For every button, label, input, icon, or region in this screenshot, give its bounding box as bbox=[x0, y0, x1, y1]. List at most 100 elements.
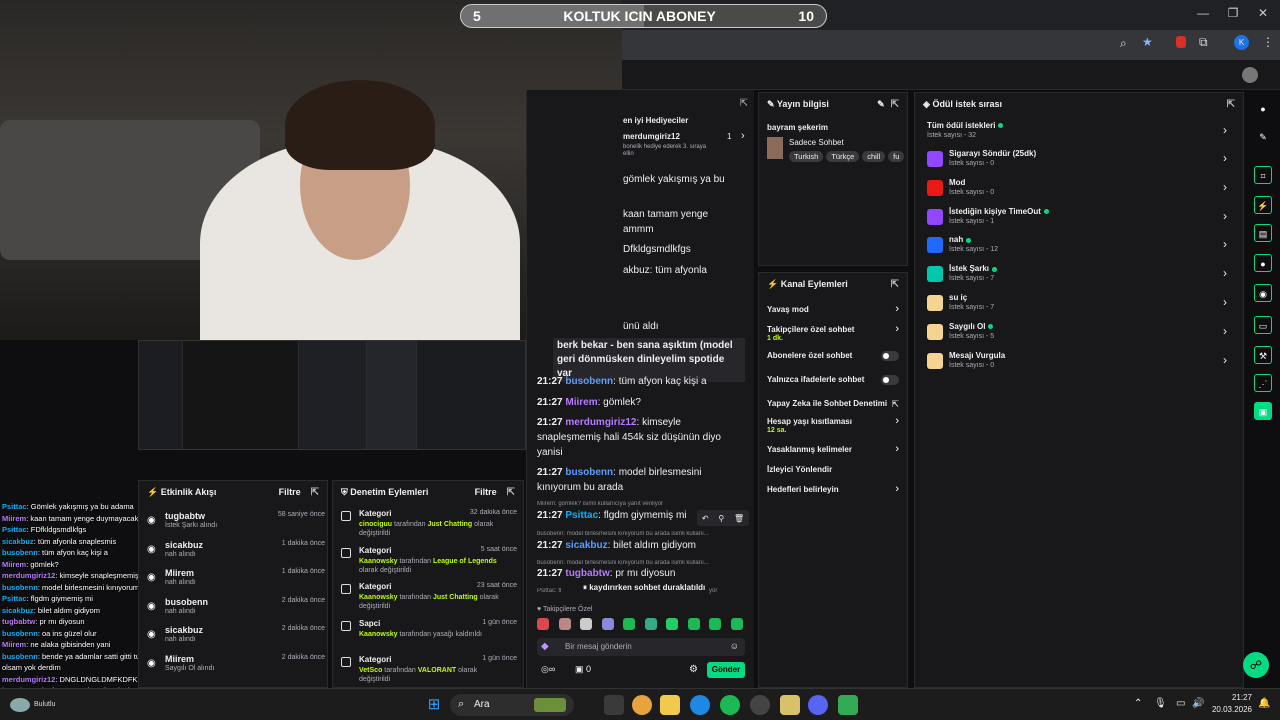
weather-icon[interactable] bbox=[10, 698, 30, 712]
clock-date[interactable]: 20.03.2026 bbox=[1206, 705, 1252, 714]
search-box[interactable]: ⌕ Ara bbox=[450, 694, 574, 716]
file-explorer-icon[interactable] bbox=[660, 695, 680, 715]
reward-item[interactable]: İstediğin kişiye TimeOut İstek sayısı - 1… bbox=[927, 207, 1227, 233]
broadcast-icon[interactable]: ◉ bbox=[1254, 284, 1272, 302]
mod-action-item[interactable]: Kategori 1 gün önce VetSco tarafından VALO… bbox=[333, 655, 521, 685]
profile-avatar-icon[interactable]: K bbox=[1234, 35, 1249, 50]
reward-item[interactable]: nah İstek sayısı - 12 › bbox=[927, 235, 1227, 261]
channel-action-label[interactable]: Yasaklanmış kelimeler bbox=[767, 445, 852, 454]
reward-item[interactable]: su iç İstek sayısı - 7 › bbox=[927, 293, 1227, 319]
extension-icon[interactable] bbox=[1176, 36, 1186, 48]
popout-icon[interactable]: ⇱ bbox=[891, 279, 899, 290]
reply-icon[interactable]: ↶ bbox=[702, 514, 709, 523]
chat-username[interactable]: merdumgiriz12 bbox=[565, 417, 636, 428]
chat-username[interactable]: busobenn bbox=[565, 467, 613, 478]
chevron-right-icon[interactable]: › bbox=[895, 443, 899, 455]
reward-item[interactable]: Mod İstek sayısı - 0 › bbox=[927, 178, 1227, 204]
emote-icon[interactable] bbox=[644, 618, 657, 630]
mod-filter-button[interactable]: Filtre bbox=[475, 487, 497, 497]
chat-message[interactable]: 21:27 busobenn: model birlesmesini kınıy… bbox=[537, 465, 747, 495]
mod-action-item[interactable]: Kategori 32 dakika önce cinociguu tarafınd… bbox=[333, 509, 521, 543]
spotify-icon[interactable] bbox=[720, 695, 740, 715]
document-icon[interactable]: ▤ bbox=[1254, 224, 1272, 242]
activity-feed-item[interactable]: ◉ sicakbuz nah alındı 2 dakika önce bbox=[139, 623, 329, 651]
delete-icon[interactable]: 🗑 bbox=[734, 514, 744, 523]
popout-icon[interactable]: ⇱ bbox=[740, 98, 748, 109]
floating-action-button[interactable]: ☍ bbox=[1243, 652, 1269, 678]
chat-input[interactable]: ◆ Bir mesaj gönderin ☺ bbox=[537, 638, 745, 656]
popout-icon[interactable]: ⇱ bbox=[891, 99, 899, 110]
minimize-icon[interactable]: — bbox=[1196, 6, 1210, 20]
activity-feed-item[interactable]: ◉ tugbabtw İstek Şarkı alındı 58 saniye önc… bbox=[139, 509, 329, 537]
lightning-icon[interactable]: ⚡ bbox=[1254, 196, 1272, 214]
toggle-switch[interactable] bbox=[881, 351, 899, 361]
user-avatar[interactable] bbox=[1242, 67, 1258, 83]
task-view-icon[interactable] bbox=[604, 695, 624, 715]
emote-icon[interactable] bbox=[601, 618, 614, 630]
emote-picker-icon[interactable]: ☺ bbox=[730, 641, 739, 651]
chat-bubble-icon[interactable]: ● bbox=[1254, 254, 1272, 272]
emote-icon[interactable] bbox=[580, 618, 592, 630]
chat-settings-icon[interactable]: ⚙ bbox=[689, 664, 698, 675]
notification-icon[interactable]: 🔔 bbox=[1258, 698, 1270, 709]
channel-action-label[interactable]: Abonelere özel sohbet bbox=[767, 351, 852, 360]
channel-action-label[interactable]: Hedefleri belirleyin bbox=[767, 485, 839, 494]
emote-icon[interactable] bbox=[730, 618, 743, 630]
emote-icon[interactable] bbox=[687, 618, 700, 630]
tray-chevron-icon[interactable]: ⌃ bbox=[1134, 698, 1142, 709]
activity-feed-item[interactable]: ◉ sicakbuz nah alındı 1 dakika önce bbox=[139, 538, 329, 566]
edit-icon[interactable]: ✎ bbox=[877, 99, 885, 109]
chrome-icon[interactable] bbox=[632, 695, 652, 715]
chat-username[interactable]: busobenn bbox=[565, 376, 613, 387]
activity-feed-item[interactable]: ◉ busobenn nah alındı 2 dakika önce bbox=[139, 595, 329, 623]
activity-feed-item[interactable]: ◉ Miirem Saygılı Ol alındı 2 dakika önce bbox=[139, 652, 329, 680]
reward-item[interactable]: Mesajı Vurgula İstek sayısı - 0 › bbox=[927, 351, 1227, 377]
channel-action-label[interactable]: Yalnızca ifadelerle sohbet bbox=[767, 375, 864, 384]
emote-icon[interactable] bbox=[666, 618, 678, 630]
microphone-icon[interactable]: 🎙 bbox=[1154, 698, 1167, 709]
chevron-right-icon[interactable]: › bbox=[895, 415, 899, 427]
pin-icon[interactable]: ⚲ bbox=[718, 514, 724, 523]
extensions-puzzle-icon[interactable]: ⧉ bbox=[1199, 35, 1208, 50]
all-rewards-item[interactable]: Tüm ödül istekleri İstek sayısı - 32 › bbox=[927, 121, 1227, 147]
chat-message[interactable]: 21:27 Miirem: gömlek? bbox=[537, 395, 747, 410]
emote-icon[interactable] bbox=[623, 618, 635, 630]
channel-action-label[interactable]: Hesap yaşı kısıtlaması bbox=[767, 417, 852, 426]
stream-tag[interactable]: fu bbox=[888, 151, 905, 162]
chat-username[interactable]: Miirem bbox=[565, 397, 597, 408]
chevron-right-icon[interactable]: › bbox=[895, 303, 899, 315]
reward-item[interactable]: İstek Şarkı İstek sayısı - 7 › bbox=[927, 264, 1227, 290]
clock-time[interactable]: 21:27 bbox=[1222, 693, 1252, 702]
chevron-right-icon[interactable]: › bbox=[895, 483, 899, 495]
windows-start-icon[interactable]: ⊞ bbox=[424, 695, 444, 715]
extension-icon[interactable]: ▣ bbox=[1254, 402, 1272, 420]
chat-message[interactable]: 21:27 tugbabtw: pr mı diyosun bbox=[537, 566, 747, 581]
chat-message[interactable]: 21:27 sicakbuz: bilet aldım gidiyom bbox=[537, 538, 747, 553]
chat-username[interactable]: sicakbuz bbox=[565, 540, 607, 551]
emote-icon[interactable] bbox=[537, 618, 549, 630]
send-button[interactable]: Gönder bbox=[707, 662, 745, 678]
close-icon[interactable]: ✕ bbox=[1256, 6, 1270, 20]
overlay-icon[interactable]: ⌗ bbox=[1254, 166, 1272, 184]
maximize-icon[interactable]: ❐ bbox=[1226, 6, 1240, 20]
stream-tag[interactable]: chill bbox=[862, 151, 886, 162]
bookmark-star-icon[interactable]: ★ bbox=[1142, 35, 1153, 49]
edit-icon[interactable]: ✎ bbox=[1254, 128, 1272, 146]
emote-icon[interactable] bbox=[558, 618, 571, 630]
chevron-right-icon[interactable]: › bbox=[895, 323, 899, 335]
discord-icon[interactable] bbox=[808, 695, 828, 715]
channel-action-label[interactable]: İzleyici Yönlendir bbox=[767, 465, 832, 474]
volume-icon[interactable]: 🔊 bbox=[1192, 698, 1204, 709]
emote-icon[interactable] bbox=[709, 618, 721, 630]
activity-filter-button[interactable]: Filtre bbox=[279, 487, 301, 497]
wrench-icon[interactable]: ⚒ bbox=[1254, 346, 1272, 364]
popout-icon[interactable]: ⇱ bbox=[311, 487, 319, 498]
bits-icon[interactable]: ◆ bbox=[541, 641, 549, 652]
share-icon[interactable]: ⋰ bbox=[1254, 374, 1272, 392]
mod-action-item[interactable]: Sapci 1 gün önce Kaanowsky tarafından yasa… bbox=[333, 619, 521, 653]
chevron-right-icon[interactable]: › bbox=[741, 130, 745, 142]
chat-username[interactable]: Psittac bbox=[565, 510, 598, 521]
popout-icon[interactable]: ⇱ bbox=[507, 487, 515, 498]
reward-item[interactable]: Sigarayı Söndür (25dk) İstek sayısı - 0 › bbox=[927, 149, 1227, 175]
chat-paused-banner[interactable]: ⏸ kaydırırken sohbet duraklatıldı bbox=[579, 581, 710, 595]
